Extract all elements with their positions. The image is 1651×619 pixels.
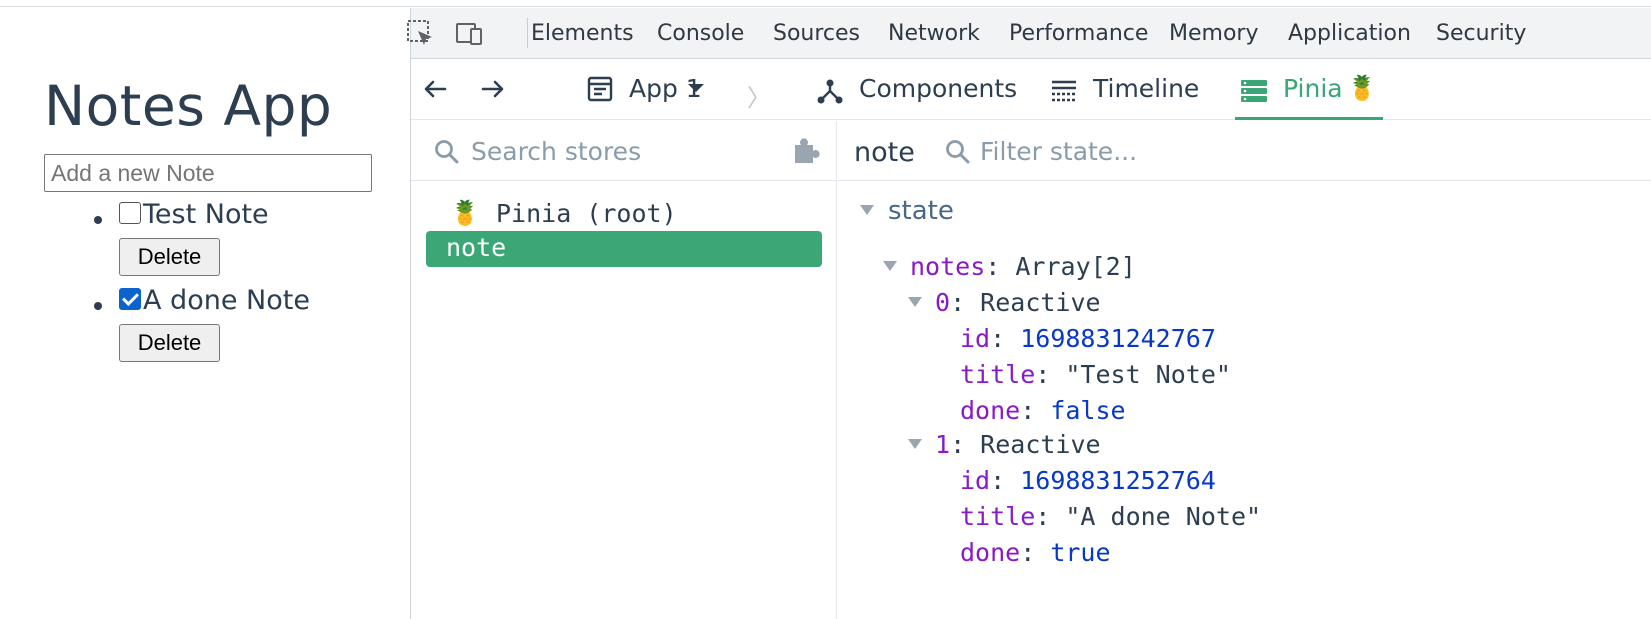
delete-button[interactable]: Delete [119, 324, 220, 362]
tab-pinia-label: Pinia [1283, 74, 1343, 103]
components-icon [817, 79, 843, 104]
tab-memory[interactable]: Memory [1169, 21, 1258, 46]
state-value: 1698831242767 [1020, 324, 1216, 353]
tab-pinia[interactable]: Pinia 🍍 [1235, 60, 1383, 120]
search-icon [944, 138, 972, 166]
tab-network[interactable]: Network [888, 21, 980, 46]
tab-application[interactable]: Application [1288, 21, 1411, 46]
window-top-border [0, 0, 1651, 7]
state-type: Array[2] [1015, 252, 1136, 281]
collapse-triangle-icon[interactable] [908, 297, 922, 307]
collapse-triangle-icon[interactable] [908, 439, 922, 449]
delete-button[interactable]: Delete [119, 238, 220, 276]
list-bullet [94, 302, 102, 310]
note-item: A done Note Delete [0, 285, 400, 380]
state-index: 1 [935, 430, 951, 459]
stores-panel: 🍍 Pinia (root) note [411, 121, 837, 619]
store-item-label: Pinia (root) [496, 199, 677, 228]
state-row-item[interactable]: 0: Reactive [935, 288, 1101, 317]
active-tab-indicator [1235, 117, 1383, 120]
breadcrumb-chevron-icon: 〉 [747, 85, 771, 112]
note-title: Test Note [143, 199, 269, 230]
note-item: Test Note Delete [0, 199, 400, 294]
tab-elements[interactable]: Elements [531, 21, 634, 46]
notes-app: Notes App Test Note Delete A done Note D… [0, 8, 410, 619]
inspect-element-icon[interactable] [405, 18, 437, 50]
state-value: false [1050, 396, 1126, 425]
collapse-triangle-icon[interactable] [860, 205, 874, 215]
tab-timeline[interactable]: Timeline [1049, 60, 1199, 120]
collapse-triangle-icon[interactable] [883, 261, 897, 271]
state-row-title[interactable]: title: "Test Note" [960, 360, 1231, 389]
filter-state-input[interactable] [980, 135, 1380, 167]
state-key: notes [910, 252, 986, 281]
selected-store-name: note [854, 137, 915, 168]
puzzle-icon[interactable] [789, 135, 821, 167]
state-row-title[interactable]: title: "A done Note" [960, 502, 1261, 531]
tab-console[interactable]: Console [657, 21, 744, 46]
app-window-icon [587, 76, 613, 102]
store-search-bar [411, 121, 837, 181]
store-item-note[interactable]: note [426, 231, 822, 267]
toolbar-divider [527, 18, 528, 48]
pineapple-icon: 🍍 [450, 200, 480, 227]
forward-arrow-icon[interactable] [477, 73, 509, 105]
note-done-checkbox[interactable] [119, 288, 141, 310]
state-row-done[interactable]: done: true [960, 538, 1111, 567]
state-type: Reactive [980, 430, 1101, 459]
note-title: A done Note [143, 285, 310, 316]
note-done-checkbox[interactable] [119, 202, 141, 224]
tab-security[interactable]: Security [1436, 21, 1526, 46]
state-header: note [838, 121, 1651, 181]
tab-timeline-label: Timeline [1093, 74, 1200, 103]
state-value: "A done Note" [1065, 502, 1262, 531]
vue-devtools-toolbar: App 1 〉 Components Timeline Pinia 🍍 [411, 60, 1651, 120]
state-value: true [1050, 538, 1111, 567]
state-type: Reactive [980, 288, 1101, 317]
back-arrow-icon[interactable] [419, 73, 451, 105]
state-index: 0 [935, 288, 951, 317]
page-title: Notes App [44, 74, 333, 138]
store-list-icon [1241, 80, 1267, 102]
state-row-id[interactable]: id: 1698831242767 [960, 324, 1216, 353]
state-row-notes[interactable]: notes: Array[2] [910, 252, 1136, 281]
state-value: "Test Note" [1065, 360, 1231, 389]
state-value: 1698831252764 [1020, 466, 1216, 495]
tab-sources[interactable]: Sources [773, 21, 860, 46]
device-toolbar-icon[interactable] [453, 18, 485, 50]
state-inspector: note state notes: Array[2] 0: Reactive i… [838, 121, 1651, 619]
state-row-id[interactable]: id: 1698831252764 [960, 466, 1216, 495]
timeline-icon [1052, 80, 1076, 102]
tab-components-label: Components [859, 74, 1018, 103]
state-section-label[interactable]: state [888, 196, 954, 226]
state-row-item[interactable]: 1: Reactive [935, 430, 1101, 459]
search-icon [433, 138, 461, 166]
devtools-tabbar: Elements Console Sources Network Perform… [407, 8, 1651, 59]
devtools-panel: Elements Console Sources Network Perform… [407, 8, 1651, 619]
tab-components[interactable]: Components [815, 60, 1018, 120]
chevron-down-icon[interactable] [688, 84, 704, 92]
store-search-input[interactable] [471, 135, 771, 167]
store-item-root[interactable]: 🍍 Pinia (root) [426, 197, 822, 233]
list-bullet [94, 216, 102, 224]
store-item-label: note [446, 233, 507, 262]
tab-performance[interactable]: Performance [1009, 21, 1148, 46]
pineapple-icon: 🍍 [1347, 75, 1377, 102]
state-row-done[interactable]: done: false [960, 396, 1126, 425]
new-note-input[interactable] [44, 154, 372, 192]
